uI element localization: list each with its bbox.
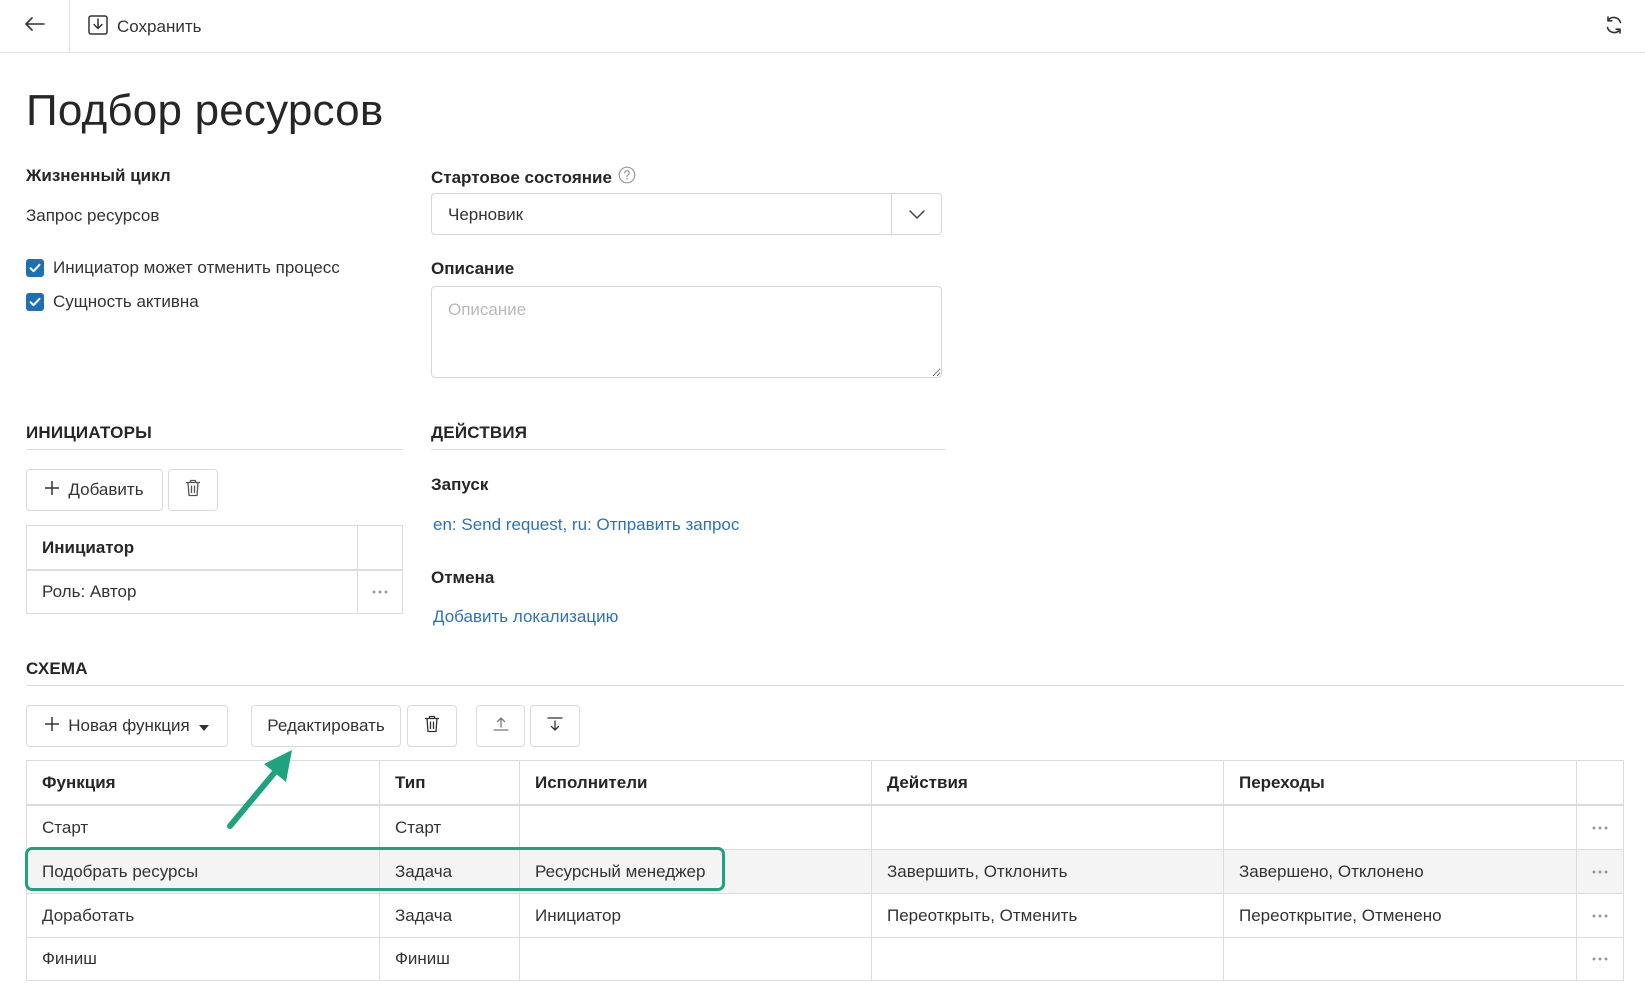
- checkbox-checked-icon: [26, 293, 44, 311]
- initiators-divider: [26, 449, 403, 450]
- add-localization-link[interactable]: Добавить локализацию: [433, 607, 618, 627]
- refresh-icon: [1604, 15, 1624, 40]
- lifecycle-value: Запрос ресурсов: [26, 206, 160, 225]
- table-row-type[interactable]: Задача: [380, 894, 519, 937]
- save-label: Сохранить: [117, 17, 202, 36]
- move-down-button[interactable]: [530, 705, 580, 747]
- more-icon[interactable]: [358, 571, 402, 613]
- delete-function-button[interactable]: [407, 705, 457, 747]
- initiators-title: ИНИЦИАТОРЫ: [26, 423, 152, 442]
- caret-down-icon: [198, 716, 209, 736]
- chevron-down-icon: [891, 194, 941, 234]
- add-label: Добавить: [68, 480, 144, 499]
- more-icon[interactable]: [1577, 806, 1623, 849]
- page-title: Подбор ресурсов: [26, 86, 384, 135]
- column-header-performers: Исполнители: [535, 772, 648, 792]
- table-row-type[interactable]: Финиш: [380, 938, 519, 980]
- table-row-transitions[interactable]: Переоткрытие, Отменено: [1224, 894, 1576, 937]
- description-field[interactable]: [431, 286, 942, 378]
- table-row-performers[interactable]: Инициатор: [520, 894, 871, 937]
- annotation-arrow-icon: [227, 750, 292, 829]
- arrow-down-icon: [547, 716, 563, 736]
- checkbox-initiator-can-cancel[interactable]: Инициатор может отменить процесс: [26, 258, 340, 278]
- new-function-button[interactable]: Новая функция: [26, 705, 228, 747]
- table-row-type[interactable]: Старт: [380, 806, 519, 849]
- toolbar: Сохранить: [0, 0, 1645, 53]
- lifecycle-label: Жизненный цикл: [26, 166, 171, 185]
- cancel-label: Отмена: [431, 568, 495, 587]
- refresh-button[interactable]: [1600, 13, 1628, 41]
- delete-initiator-button[interactable]: [168, 469, 218, 511]
- start-state-label: Стартовое состояние: [431, 167, 612, 187]
- table-row-function[interactable]: Доработать: [27, 894, 379, 937]
- actions-title: ДЕЙСТВИЯ: [431, 423, 528, 442]
- trash-icon: [185, 479, 201, 502]
- column-header-actions: Действия: [887, 772, 968, 792]
- more-icon[interactable]: [1577, 894, 1623, 937]
- save-icon: [88, 14, 108, 40]
- table-row[interactable]: Роль: Автор: [27, 571, 357, 613]
- edit-button[interactable]: Редактировать: [251, 705, 401, 747]
- new-function-label: Новая функция: [68, 716, 190, 735]
- actions-divider: [431, 449, 946, 450]
- start-state-label-row: Стартовое состояние: [431, 166, 636, 189]
- launch-localization-link[interactable]: en: Send request, ru: Отправить запрос: [433, 515, 739, 535]
- column-header-function: Функция: [42, 772, 116, 792]
- checkbox-checked-icon: [26, 259, 44, 277]
- launch-label: Запуск: [431, 475, 489, 494]
- start-state-select[interactable]: Черновик: [431, 193, 942, 235]
- save-button[interactable]: Сохранить: [88, 12, 201, 42]
- table-row-actions[interactable]: Завершить, Отклонить: [872, 850, 1223, 893]
- arrow-left-icon: [24, 16, 45, 36]
- highlight-box: [25, 847, 725, 891]
- table-row-actions[interactable]: Переоткрыть, Отменить: [872, 894, 1223, 937]
- trash-icon: [424, 715, 440, 738]
- arrow-up-icon: [492, 716, 509, 736]
- help-circle-icon[interactable]: [618, 166, 636, 189]
- column-header-transitions: Переходы: [1239, 772, 1325, 792]
- checkbox-label: Сущность активна: [53, 292, 199, 311]
- more-icon[interactable]: [1577, 850, 1623, 893]
- table-row-transitions[interactable]: Завершено, Отклонено: [1224, 850, 1576, 893]
- initiators-table: Инициатор Роль: Автор: [26, 525, 403, 614]
- column-header-type: Тип: [395, 772, 426, 792]
- checkbox-entity-active[interactable]: Сущность активна: [26, 292, 199, 312]
- move-up-button[interactable]: [476, 705, 525, 747]
- table-header-initiator: Инициатор: [42, 537, 135, 557]
- edit-label: Редактировать: [267, 716, 385, 735]
- start-state-value: Черновик: [448, 205, 524, 224]
- add-initiator-button[interactable]: Добавить: [26, 469, 163, 511]
- schema-title: СХЕМА: [26, 659, 88, 678]
- more-icon[interactable]: [1577, 938, 1623, 980]
- plus-icon: [45, 480, 60, 500]
- back-button[interactable]: [0, 0, 70, 52]
- table-row-function[interactable]: Старт: [27, 806, 379, 849]
- description-label: Описание: [431, 259, 515, 278]
- schema-divider: [26, 685, 1624, 686]
- checkbox-label: Инициатор может отменить процесс: [53, 258, 340, 277]
- table-row-function[interactable]: Финиш: [27, 938, 379, 980]
- plus-icon: [45, 716, 60, 736]
